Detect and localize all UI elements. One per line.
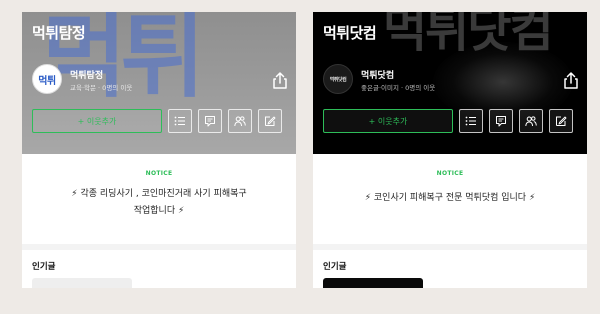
post-thumbnail[interactable] [32, 278, 132, 288]
list-button[interactable] [459, 109, 483, 133]
message-button[interactable] [489, 109, 513, 133]
notice-label: NOTICE [436, 170, 464, 177]
list-icon [465, 116, 476, 126]
blog-name[interactable]: 먹튀닷컴 [361, 68, 394, 81]
people-icon [525, 116, 537, 127]
message-icon [496, 116, 506, 127]
post-thumbnail[interactable] [323, 278, 423, 288]
neighbors-button[interactable] [519, 109, 543, 133]
share-icon[interactable] [563, 72, 579, 90]
edit-icon [265, 116, 276, 126]
add-neighbor-button[interactable]: + 이웃추가 [32, 109, 162, 133]
divider [313, 244, 587, 250]
notice-line: 작업합니다 ⚡ [133, 206, 185, 216]
add-neighbor-button[interactable]: + 이웃추가 [323, 109, 453, 133]
popular-posts-heading: 인기글 [32, 262, 56, 272]
blog-title[interactable]: 먹튀탐정 [32, 22, 86, 43]
share-icon[interactable] [272, 72, 288, 90]
list-button[interactable] [168, 109, 192, 133]
write-button[interactable] [549, 109, 573, 133]
edit-icon [556, 116, 567, 126]
notice-label: NOTICE [145, 170, 173, 177]
hero-banner: 먹튀 먹튀탐정 먹튀 먹튀탐정 교육·학문 · 0명의 이웃 + 이웃추가 [22, 12, 296, 154]
notice-text[interactable]: ⚡ 각종 리딩사기 , 코인마진거래 사기 피해복구 작업합니다 ⚡ [36, 186, 282, 220]
message-icon [205, 116, 215, 127]
notice-section: NOTICE ⚡ 코인사기 피해복구 전문 먹튀닷컴 입니다 ⚡ [313, 154, 587, 244]
notice-section: NOTICE ⚡ 각종 리딩사기 , 코인마진거래 사기 피해복구 작업합니다 … [22, 154, 296, 244]
message-button[interactable] [198, 109, 222, 133]
notice-line: ⚡ 코인사기 피해복구 전문 먹튀닷컴 입니다 ⚡ [364, 193, 536, 203]
write-button[interactable] [258, 109, 282, 133]
divider [22, 244, 296, 250]
list-icon [174, 116, 185, 126]
blog-meta: 좋은글·이미지 · 0명의 이웃 [361, 84, 436, 92]
blog-name[interactable]: 먹튀탐정 [70, 68, 103, 81]
blog-meta: 교육·학문 · 0명의 이웃 [70, 84, 133, 92]
blog-title[interactable]: 먹튀닷컴 [323, 22, 377, 43]
notice-text[interactable]: ⚡ 코인사기 피해복구 전문 먹튀닷컴 입니다 ⚡ [327, 190, 573, 207]
neighbors-button[interactable] [228, 109, 252, 133]
popular-posts-heading: 인기글 [323, 262, 347, 272]
notice-line: ⚡ 각종 리딩사기 , 코인마진거래 사기 피해복구 [71, 189, 247, 199]
hero-banner: 먹튀닷컴 먹튀닷컴 먹튀닷컴 먹튀닷컴 좋은글·이미지 · 0명의 이웃 + 이… [313, 12, 587, 154]
blog-card-mukti-dotcom: 먹튀닷컴 먹튀닷컴 먹튀닷컴 먹튀닷컴 좋은글·이미지 · 0명의 이웃 + 이… [313, 12, 587, 288]
avatar[interactable]: 먹튀닷컴 [323, 64, 353, 94]
avatar[interactable]: 먹튀 [32, 64, 62, 94]
people-icon [234, 116, 246, 127]
blog-card-mukti-tamjeong: 먹튀 먹튀탐정 먹튀 먹튀탐정 교육·학문 · 0명의 이웃 + 이웃추가 NO… [22, 12, 296, 288]
